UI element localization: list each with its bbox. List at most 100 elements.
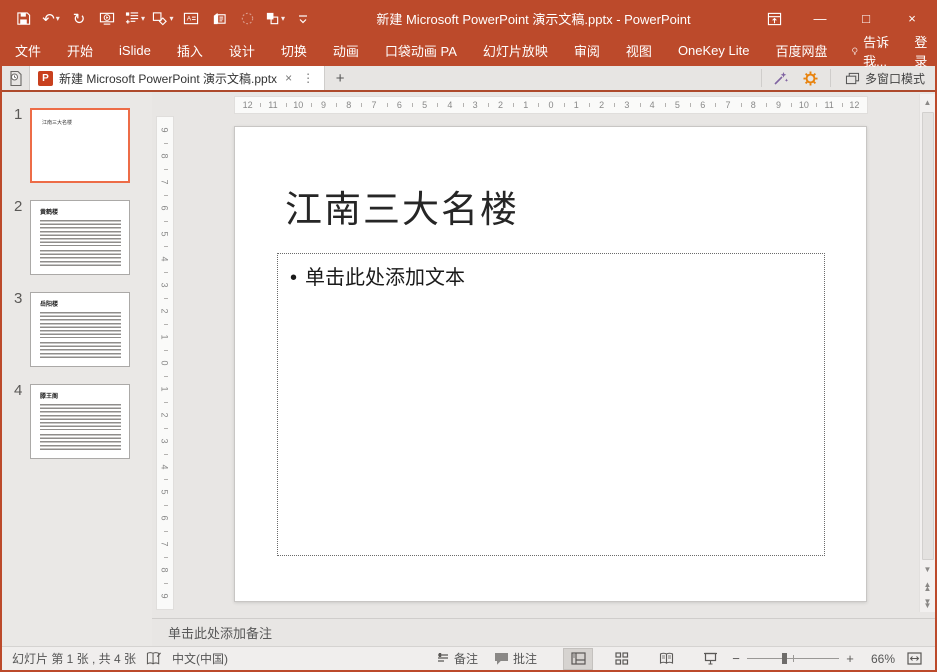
slideshow-view-button[interactable] (695, 648, 725, 670)
slide-thumbnail-4[interactable]: 滕王阁 (30, 384, 130, 459)
maximize-button[interactable]: □ (843, 2, 889, 35)
slide-thumbnail-3[interactable]: 岳阳楼 (30, 292, 130, 367)
multi-window-label: 多窗口模式 (865, 70, 925, 87)
thumbnail-body-text-block (40, 434, 121, 452)
h-ruler-mark: 4 (640, 96, 665, 114)
animation-disabled-icon (234, 6, 260, 32)
zoom-in-button[interactable]: + (845, 651, 855, 666)
sign-in-button[interactable]: 登录 (902, 32, 937, 70)
new-slide-icon[interactable]: ▾ (122, 6, 148, 32)
notes-pane[interactable]: 单击此处添加备注 (152, 618, 935, 646)
comments-toggle-button[interactable]: 批注 (486, 647, 545, 671)
slide-thumbnail-2[interactable]: 黄鹤楼 (30, 200, 130, 275)
new-slide-dropdown-icon[interactable]: ▾ (141, 14, 145, 23)
close-button[interactable]: × (889, 2, 935, 35)
horizontal-ruler[interactable]: 1211109876543210123456789101112 (234, 96, 868, 114)
ribbon-tab-1[interactable]: 开始 (54, 35, 106, 66)
arrange-dropdown-icon[interactable]: ▾ (281, 14, 285, 23)
slide-sorter-view-button[interactable] (607, 648, 637, 670)
zoom-slider[interactable] (747, 658, 839, 659)
magic-wand-icon[interactable] (766, 66, 796, 90)
ribbon-tab-file[interactable]: 文件 (2, 35, 54, 66)
scroll-down-icon[interactable]: ▼ (920, 561, 936, 578)
scrollbar-thumb[interactable] (922, 112, 934, 560)
spellcheck-icon[interactable] (146, 651, 162, 666)
shapes-icon[interactable]: ▾ (150, 6, 176, 32)
h-ruler-mark: 1 (564, 96, 589, 114)
document-tab[interactable]: P 新建 Microsoft PowerPoint 演示文稿.pptx × ⋮ (30, 66, 325, 90)
language-status[interactable]: 中文(中国) (172, 650, 228, 667)
undo-icon[interactable]: ↶▾ (38, 6, 64, 32)
slides-panel: 1江南三大名楼2黄鹤楼3岳阳楼4滕王阁 (2, 92, 152, 646)
text-box-icon[interactable]: A (178, 6, 204, 32)
ribbon-tab-9[interactable]: 审阅 (561, 35, 613, 66)
scroll-up-icon[interactable]: ▲ (920, 94, 936, 111)
thumbnail-body-text-block (40, 250, 121, 268)
window-title: 新建 Microsoft PowerPoint 演示文稿.pptx - Powe… (316, 9, 751, 28)
ribbon-display-options-icon[interactable] (751, 2, 797, 35)
v-ruler-mark: 5 (157, 221, 173, 247)
new-tab-button[interactable]: + (325, 66, 355, 90)
arrange-objects-icon[interactable]: ▾ (262, 6, 288, 32)
h-ruler-mark: 3 (463, 96, 488, 114)
slide-counter: 幻灯片 第 1 张 , 共 4 张 (12, 650, 136, 667)
undo-dropdown-icon[interactable]: ▾ (56, 14, 60, 23)
recent-documents-icon[interactable] (2, 66, 30, 90)
ribbon-tab-3[interactable]: 插入 (164, 35, 216, 66)
fit-slide-to-window-button[interactable] (899, 648, 929, 670)
slide-thumbnail-1[interactable]: 江南三大名楼 (30, 108, 130, 183)
slide-layout-icon[interactable] (206, 6, 232, 32)
thumbnail-body-text-block (40, 342, 121, 360)
slide-title-text[interactable]: 江南三大名楼 (285, 179, 519, 233)
ribbon-tab-6[interactable]: 动画 (320, 35, 372, 66)
tell-me-button[interactable]: 告诉我... (841, 32, 903, 70)
save-icon[interactable] (10, 6, 36, 32)
notes-placeholder-text[interactable]: 单击此处添加备注 (168, 623, 272, 642)
title-bar: ↶▾ ↻ ▾ ▾ A ▾ (2, 2, 935, 35)
body-placeholder-text[interactable]: 单击此处添加文本 (305, 261, 465, 290)
v-ruler-mark: 1 (157, 376, 173, 402)
v-ruler-mark: 2 (157, 402, 173, 428)
v-ruler-mark: 4 (157, 246, 173, 272)
tab-close-icon[interactable]: × (283, 71, 294, 85)
zoom-percentage[interactable]: 66% (861, 652, 895, 666)
settings-gear-icon[interactable] (796, 66, 826, 90)
slide-canvas[interactable]: 江南三大名楼 • 单击此处添加文本 (234, 126, 867, 602)
ribbon-tab-4[interactable]: 设计 (216, 35, 268, 66)
multi-window-mode-button[interactable]: 多窗口模式 (835, 70, 935, 87)
minimize-button[interactable]: — (797, 2, 843, 35)
next-slide-icon[interactable]: ▼▼ (920, 595, 936, 612)
slide-number-1: 1 (14, 106, 22, 123)
zoom-slider-thumb[interactable] (782, 653, 787, 664)
document-tab-title: 新建 Microsoft PowerPoint 演示文稿.pptx (59, 70, 277, 87)
h-ruler-mark: 6 (690, 96, 715, 114)
start-slideshow-icon[interactable] (94, 6, 120, 32)
redo-icon[interactable]: ↻ (66, 6, 92, 32)
h-ruler-mark: 8 (336, 96, 361, 114)
ribbon-tab-5[interactable]: 切换 (268, 35, 320, 66)
customize-quick-access-toolbar-icon[interactable] (290, 6, 316, 32)
reading-view-button[interactable] (651, 648, 681, 670)
h-ruler-mark: 12 (235, 96, 260, 114)
ribbon-tab-8[interactable]: 幻灯片放映 (470, 35, 561, 66)
notes-toggle-button[interactable]: 备注 (428, 647, 486, 671)
zoom-out-button[interactable]: − (731, 651, 741, 666)
ribbon-tab-11[interactable]: OneKey Lite (665, 35, 763, 66)
ribbon-tab-7[interactable]: 口袋动画 PA (372, 35, 470, 66)
vertical-ruler[interactable]: 9876543210123456789 (156, 116, 174, 610)
tab-menu-icon[interactable]: ⋮ (300, 71, 316, 85)
ribbon-tab-10[interactable]: 视图 (613, 35, 665, 66)
lightbulb-icon (851, 44, 859, 58)
previous-slide-icon[interactable]: ▲▲ (920, 578, 936, 595)
vertical-scrollbar[interactable]: ▲ ▼ ▲▲ ▼▼ (919, 94, 935, 612)
h-ruler-mark: 3 (614, 96, 639, 114)
ribbon-tab-12[interactable]: 百度网盘 (762, 35, 840, 66)
shapes-dropdown-icon[interactable]: ▾ (169, 14, 173, 23)
v-ruler-mark: 7 (157, 169, 173, 195)
normal-view-button[interactable] (563, 648, 593, 670)
h-ruler-mark: 11 (260, 96, 285, 114)
ribbon-tab-2[interactable]: iSlide (106, 35, 164, 66)
h-ruler-mark: 5 (665, 96, 690, 114)
body-text-placeholder[interactable]: • 单击此处添加文本 (277, 253, 825, 556)
v-ruler-mark: 4 (157, 454, 173, 480)
